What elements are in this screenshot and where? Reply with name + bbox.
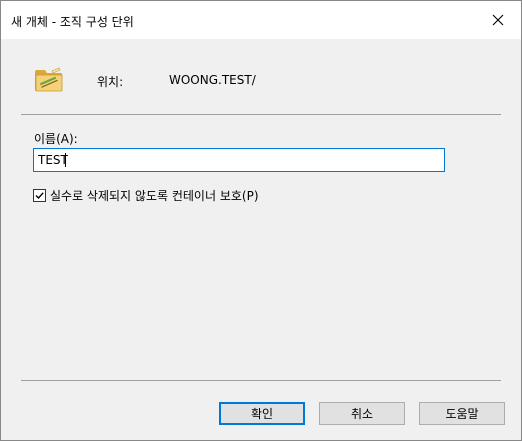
ok-button[interactable]: 확인 [219,402,305,425]
protect-checkbox-row[interactable]: 실수로 삭제되지 않도록 컨테이너 보호(P) [33,187,259,203]
location-label: 위치: [97,75,124,89]
close-button[interactable] [475,1,521,39]
close-icon [492,14,504,26]
location-value: WOONG.TEST/ [169,73,256,87]
name-input[interactable] [33,148,445,172]
divider-bottom [21,380,501,381]
help-button[interactable]: 도움말 [419,402,505,425]
checkmark-icon [35,191,44,199]
protect-label: 실수로 삭제되지 않도록 컨테이너 보호(P) [50,188,259,203]
title-bar[interactable]: 새 개체 - 조직 구성 단위 [1,1,521,39]
name-label: 이름(A): [34,132,78,146]
protect-checkbox[interactable] [33,188,46,202]
window-title: 새 개체 - 조직 구성 단위 [11,15,134,29]
cancel-button[interactable]: 취소 [319,402,405,425]
text-caret [65,153,66,167]
folder-icon [35,67,63,92]
divider-top [21,114,501,115]
dialog-window: 새 개체 - 조직 구성 단위 위치: WOONG.TEST/ 이름(A): 실… [0,0,522,441]
